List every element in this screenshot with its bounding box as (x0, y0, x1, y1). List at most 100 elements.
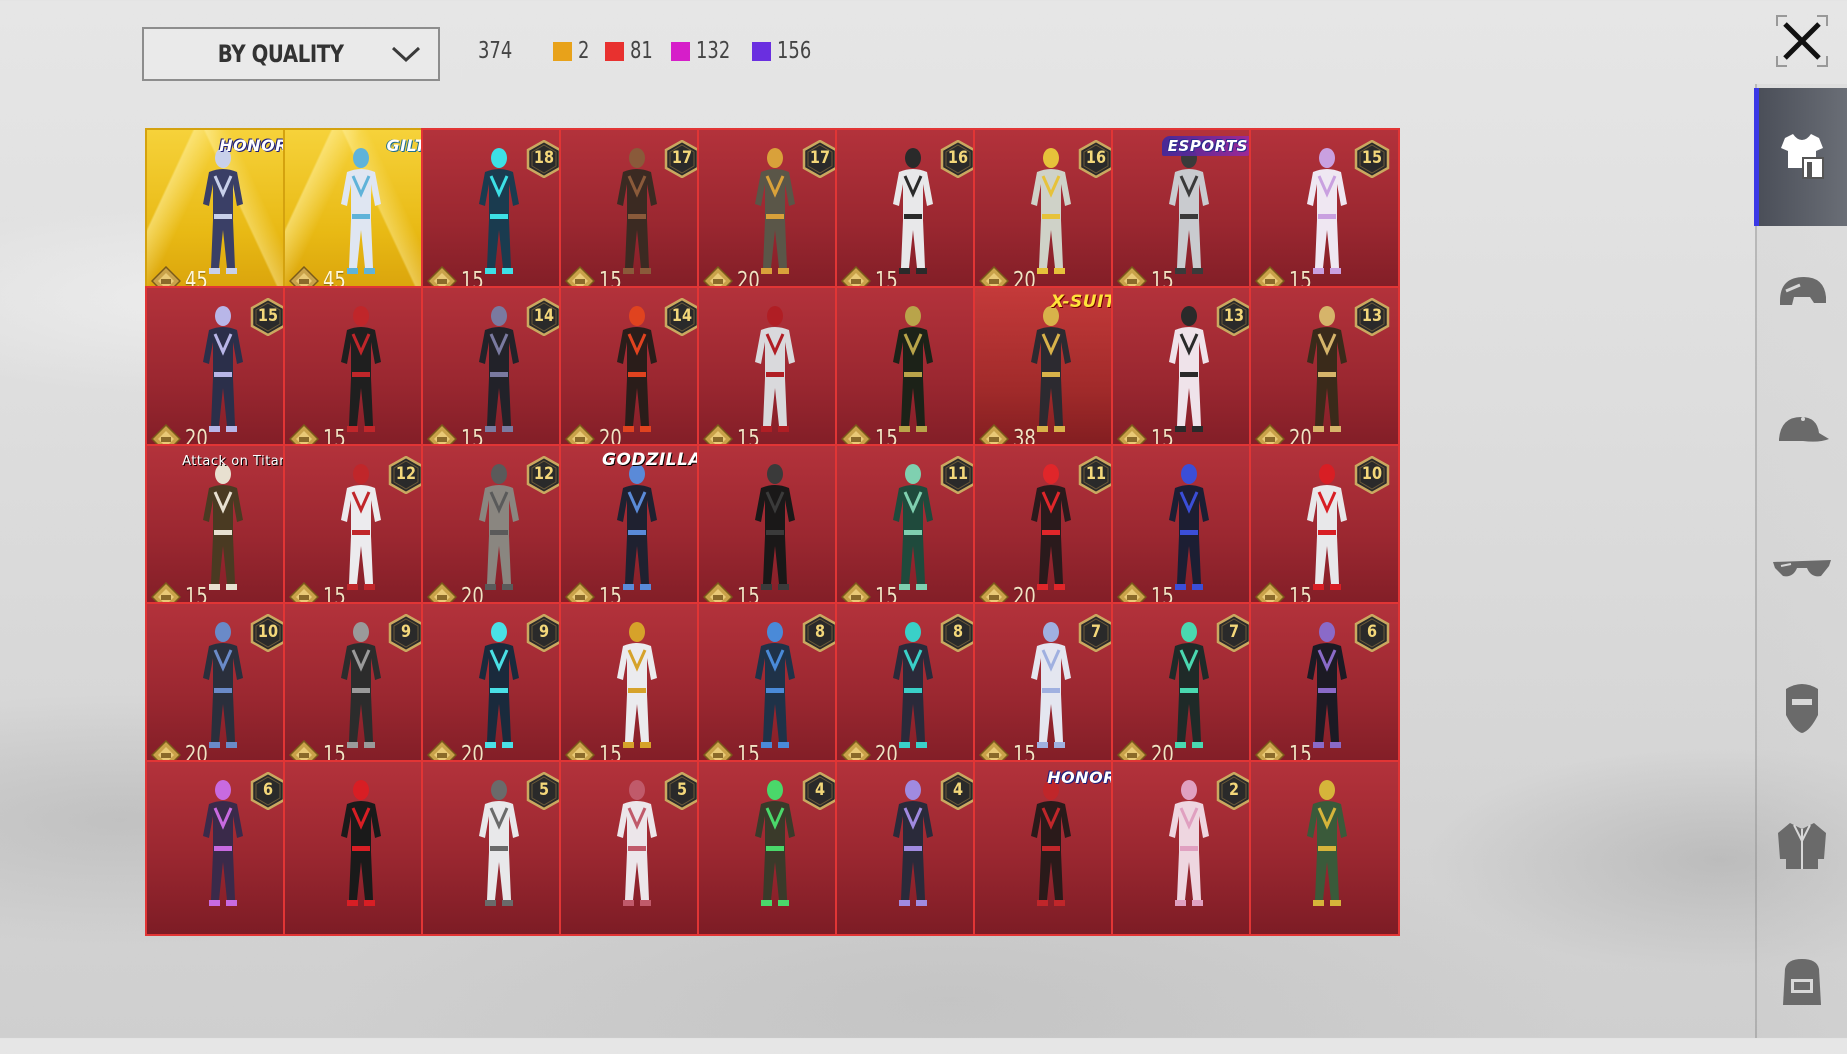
level-value: 10 (1361, 464, 1383, 484)
outfit-card[interactable]: 10 20 (145, 602, 296, 778)
outfit-preview (739, 302, 811, 440)
outfit-preview (1153, 144, 1225, 282)
level-value: 5 (538, 780, 550, 800)
outfit-card[interactable]: 10 15 (1249, 444, 1400, 620)
level-badge: 18 (526, 140, 562, 178)
outfit-card[interactable]: ESPORTS 15 (1111, 128, 1262, 304)
outfit-card[interactable]: 9 20 (421, 602, 572, 778)
outfit-card[interactable]: GODZILLA 15 (559, 444, 710, 620)
level-value: 12 (395, 464, 417, 484)
sidebar-tab-jacket[interactable] (1757, 778, 1847, 916)
inventory-grid: HONOR 45 GILT 45 18 15 17 15 17 20 16 15 16 20 ESPORTS… (145, 128, 1600, 996)
quality-count-value: 2 (578, 38, 590, 64)
level-value: 6 (1366, 622, 1378, 642)
outfit-card[interactable] (1249, 760, 1400, 936)
outfit-card[interactable]: 15 (697, 286, 848, 462)
level-badge: 4 (940, 772, 976, 810)
close-button[interactable] (1773, 12, 1831, 70)
outfit-card[interactable]: 12 15 (283, 444, 434, 620)
outfit-preview (1015, 302, 1087, 440)
level-badge: 4 (802, 772, 838, 810)
outfit-card[interactable]: 4 (835, 760, 986, 936)
outfit-card[interactable]: HONOR (973, 760, 1124, 936)
outfit-card[interactable]: 17 15 (559, 128, 710, 304)
outfit-card[interactable]: 9 15 (283, 602, 434, 778)
outfit-preview (463, 618, 535, 756)
outfit-card[interactable]: 16 15 (835, 128, 986, 304)
outfit-preview (325, 302, 397, 440)
outfit-card[interactable]: 2 (1111, 760, 1262, 936)
outfit-card[interactable]: 6 (145, 760, 296, 936)
outfit-card[interactable]: 13 15 (1111, 286, 1262, 462)
outfit-preview (325, 618, 397, 756)
sidebar-tab-glasses[interactable] (1757, 502, 1847, 640)
outfit-card[interactable]: Attack on Titan 15 (145, 444, 296, 620)
outfit-preview (739, 618, 811, 756)
outfit-preview (1291, 302, 1363, 440)
level-badge: 8 (802, 614, 838, 652)
outfit-card[interactable]: 11 15 (835, 444, 986, 620)
outfit-card[interactable]: 18 15 (421, 128, 572, 304)
level-badge: 8 (940, 614, 976, 652)
quality-color-swatch (670, 41, 690, 61)
outfit-card[interactable]: 8 15 (697, 602, 848, 778)
level-badge: 12 (388, 456, 424, 494)
level-value: 8 (814, 622, 826, 642)
outfit-card[interactable]: 7 20 (1111, 602, 1262, 778)
level-value: 9 (538, 622, 550, 642)
outfit-card[interactable]: 16 20 (973, 128, 1124, 304)
level-value: 13 (1223, 306, 1245, 326)
outfit-preview (1291, 144, 1363, 282)
outfit-card[interactable]: X-SUIT 38 (973, 286, 1124, 462)
level-value: 16 (1085, 148, 1107, 168)
level-value: 4 (952, 780, 964, 800)
outfit-card[interactable]: 14 20 (559, 286, 710, 462)
outfit-card[interactable]: 5 (421, 760, 572, 936)
level-badge: 15 (250, 298, 286, 336)
quality-color-swatch (751, 41, 771, 61)
outfit-preview (187, 618, 259, 756)
outfit-card[interactable]: 15 (283, 286, 434, 462)
outfit-card[interactable]: 15 15 (1249, 128, 1400, 304)
level-value: 14 (671, 306, 693, 326)
outfit-card[interactable]: 12 20 (421, 444, 572, 620)
quality-count-value: 81 (629, 38, 653, 64)
outfit-card[interactable]: 6 15 (1249, 602, 1400, 778)
quality-count: 81 (604, 38, 653, 64)
sidebar-tab-backpack[interactable] (1757, 916, 1847, 1054)
outfit-card[interactable]: 11 20 (973, 444, 1124, 620)
outfit-card[interactable]: 17 20 (697, 128, 848, 304)
outfit-card[interactable]: HONOR 45 (145, 128, 296, 304)
sidebar-tab-helmet[interactable] (1757, 226, 1847, 364)
quality-count: 156 (751, 38, 813, 64)
brand-logo: Attack on Titan (182, 454, 288, 469)
chevron-down-icon (391, 46, 421, 63)
sidebar-tab-cap[interactable] (1757, 364, 1847, 502)
sidebar-tab-outfit[interactable] (1754, 88, 1847, 226)
level-badge: 10 (1354, 456, 1390, 494)
outfit-card[interactable]: 15 (1111, 444, 1262, 620)
outfit-preview (1291, 776, 1363, 914)
level-badge: 12 (526, 456, 562, 494)
outfit-preview (877, 618, 949, 756)
outfit-card[interactable]: 7 15 (973, 602, 1124, 778)
quality-count: 132 (670, 38, 732, 64)
outfit-card[interactable]: 13 20 (1249, 286, 1400, 462)
outfit-card[interactable]: 4 (697, 760, 848, 936)
outfit-card[interactable]: 8 20 (835, 602, 986, 778)
brand-logo: X-SUIT (1050, 292, 1116, 312)
outfit-card[interactable]: 15 20 (145, 286, 296, 462)
outfit-card[interactable] (283, 760, 434, 936)
brand-logo: HONOR (219, 136, 288, 155)
outfit-preview (1153, 460, 1225, 598)
close-icon (1776, 15, 1828, 67)
outfit-card[interactable]: 15 (835, 286, 986, 462)
sidebar-tab-mask[interactable] (1757, 640, 1847, 778)
outfit-icon (1775, 128, 1829, 187)
sort-dropdown[interactable]: BY QUALITY (142, 27, 440, 81)
outfit-card[interactable]: 15 (559, 602, 710, 778)
outfit-card[interactable]: GILT 45 (283, 128, 434, 304)
outfit-card[interactable]: 15 (697, 444, 848, 620)
outfit-card[interactable]: 14 15 (421, 286, 572, 462)
outfit-card[interactable]: 5 (559, 760, 710, 936)
